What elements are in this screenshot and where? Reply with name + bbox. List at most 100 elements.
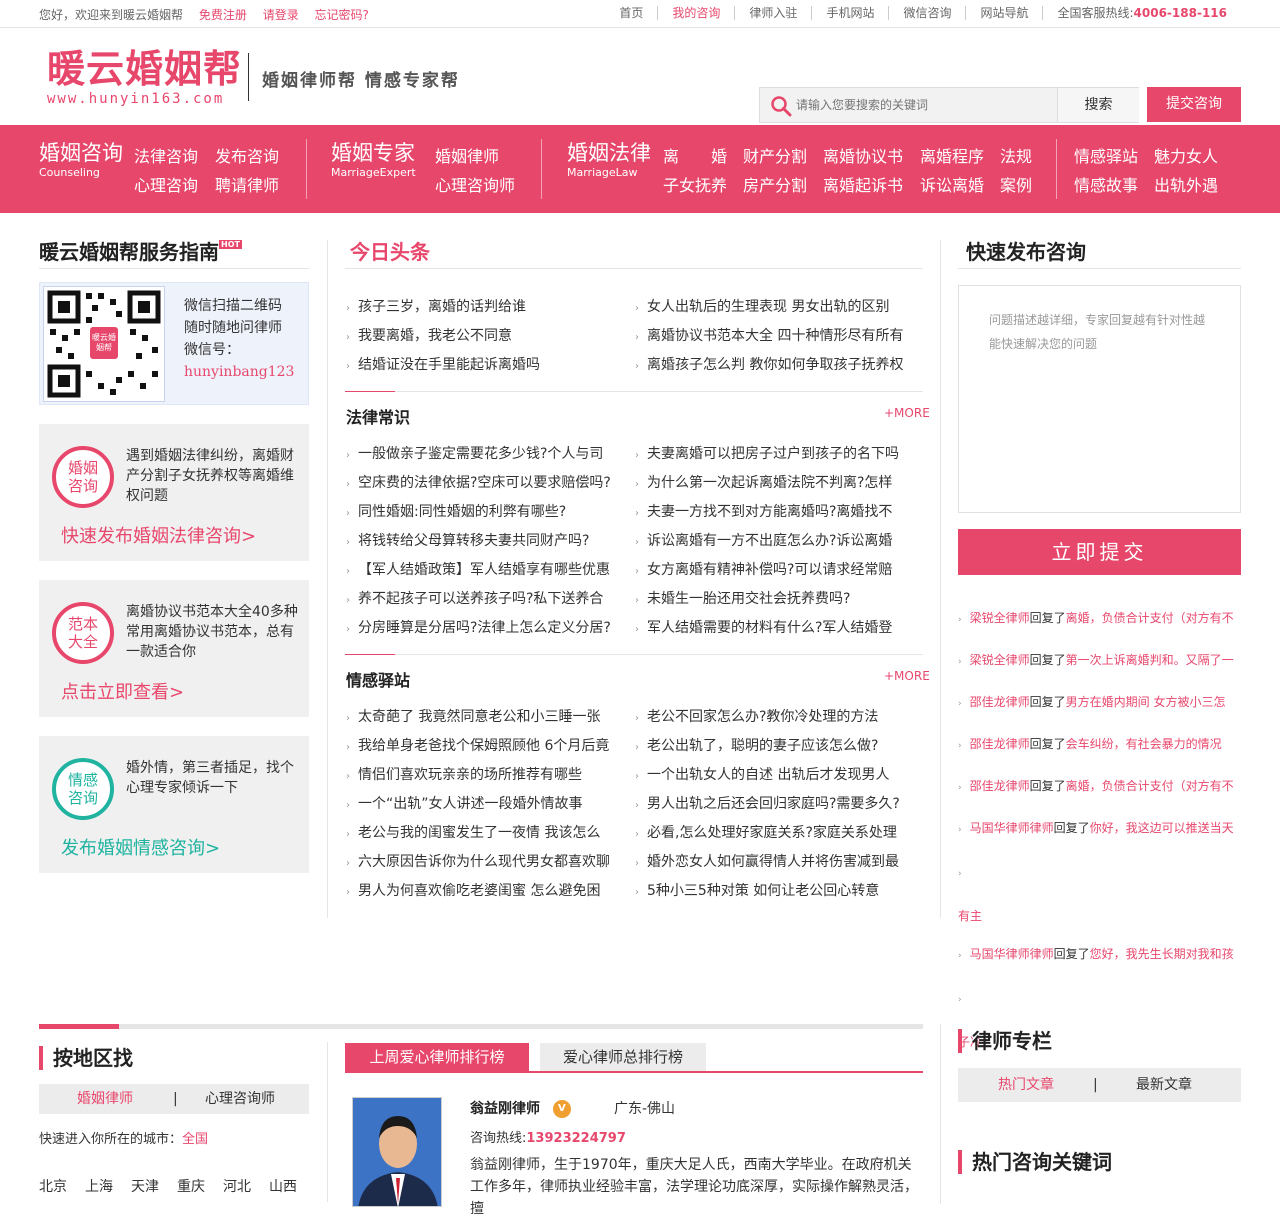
news-item[interactable]: › 养不起孩子可以送养孩子吗?私下送养合 [346,588,603,608]
nav-item-charming-women[interactable]: 魅力女人 [1154,143,1218,167]
site-logo[interactable]: 暖云婚姻帮 www.hunyin163.com [47,47,242,108]
login-link[interactable]: 请登录 [263,8,299,22]
news-item[interactable]: › 一个“出轨”女人讲述一段婚外情故事 [346,793,583,813]
nav-item-emotion-station[interactable]: 情感驿站 [1074,143,1138,167]
city-link[interactable]: 北京 [39,1176,67,1196]
nav-item-cases[interactable]: 案例 [1000,172,1032,196]
news-item[interactable]: › 孩子三岁，离婚的话判给谁 [346,296,526,316]
news-item[interactable]: › 太奇葩了 我竟然同意老公和小三睡一张 [346,706,600,726]
nav-group-title[interactable]: 婚姻专家 [331,139,416,167]
news-item[interactable]: › 离婚协议书范本大全 四十种情形尽有所有 [635,325,903,345]
news-item[interactable]: › 我要离婚，我老公不同意 [346,325,512,345]
nav-item-house-split[interactable]: 房产分割 [743,172,807,196]
tab-psychologist[interactable]: 心理咨询师 [205,1084,275,1114]
reply-lawyer[interactable]: 梁锐全律师 [970,653,1030,667]
reply-question[interactable]: 你好，我这边可以推送当天 [1090,821,1234,835]
card-link[interactable]: 点击立即查看> [61,678,184,704]
nav-item-divorce-procedure[interactable]: 离婚程序 [920,143,984,167]
news-item[interactable]: › 军人结婚需要的材料有什么?军人结婚登 [635,617,892,637]
service-card-marriage-consult[interactable]: 婚姻 咨询 遇到婚姻法律纠纷，离婚财产分割子女抚养权等离婚维权问题 快速发布婚姻… [39,424,309,561]
city-link[interactable]: 河北 [223,1176,251,1196]
reply-lawyer[interactable]: 邵佳龙律师 [970,737,1030,751]
top-link-wechat[interactable]: 微信咨询 [888,6,965,20]
nav-item-legal-consult[interactable]: 法律咨询 [134,143,198,167]
news-item[interactable]: › 5种小三5种对策 如何让老公回心转意 [635,880,879,900]
news-item[interactable]: › 离婚孩子怎么判 教你如何争取孩子抚养权 [635,354,903,374]
top-link-home[interactable]: 首页 [605,6,657,20]
city-link[interactable]: 重庆 [177,1176,205,1196]
top-link-my-consult[interactable]: 我的咨询 [657,6,734,20]
news-item[interactable]: › 未婚生一胎还用交社会抚养费吗? [635,588,850,608]
reply-question[interactable]: 会车纠纷，有社会暴力的情况 [1066,737,1222,751]
reply-question-tail[interactable]: 有主 [958,909,982,923]
reply-lawyer[interactable]: 邵佳龙律师 [970,779,1030,793]
news-item[interactable]: › 空床费的法律依据?空床可以要求赔偿吗? [346,472,611,492]
emotion-more-link[interactable]: +MORE [884,669,930,683]
top-link-sitemap[interactable]: 网站导航 [965,6,1042,20]
news-item[interactable]: › 六大原因告诉你为什么现代男女都喜欢聊 [346,851,610,871]
nav-item-emotion-stories[interactable]: 情感故事 [1074,172,1138,196]
city-link[interactable]: 上海 [85,1176,113,1196]
nav-group-title[interactable]: 婚姻咨询 [39,139,123,167]
nav-item-psychologist[interactable]: 心理咨询师 [435,172,515,196]
news-item[interactable]: › 【军人结婚政策】军人结婚享有哪些优惠 [346,559,610,579]
reply-question[interactable]: 您好，我先生长期对我和孩 [1090,947,1234,961]
nav-item-post-consult[interactable]: 发布咨询 [215,143,279,167]
lawyer-avatar[interactable] [352,1097,442,1207]
reply-item[interactable]: › 邵佳龙律师回复了离婚，负债合计支付（对方有不 [958,765,1241,809]
reply-question[interactable]: 第一次上诉离婚判和。又隔了一 [1066,653,1234,667]
nav-item-divorce-agreement[interactable]: 离婚协议书 [823,143,903,167]
search-input[interactable] [796,88,1056,122]
reply-item[interactable]: › 梁锐全律师回复了离婚，负债合计支付（对方有不 [958,597,1241,641]
tab-weekly-ranking[interactable]: 上周爱心律师排行榜 [345,1043,529,1072]
reply-lawyer[interactable]: 马国华律师律师 [970,821,1054,835]
search-button[interactable]: 搜索 [1057,88,1139,122]
top-link-mobile[interactable]: 手机网站 [811,6,888,20]
reply-lawyer[interactable]: 梁锐全律师 [970,611,1030,625]
reply-question[interactable]: 离婚，负债合计支付（对方有不 [1066,779,1234,793]
news-item[interactable]: › 将钱转给父母算转移夫妻共同财产吗? [346,530,589,550]
city-link[interactable]: 天津 [131,1176,159,1196]
nav-item-property-split[interactable]: 财产分割 [743,143,807,167]
news-item[interactable]: › 夫妻离婚可以把房子过户到孩子的名下吗 [635,443,899,463]
nav-item-psych-consult[interactable]: 心理咨询 [134,172,198,196]
news-item[interactable]: › 必看,怎么处理好家庭关系?家庭关系处理 [635,822,897,842]
news-item[interactable]: › 我给单身老爸找个保姆照顾他 6个月后竟 [346,735,609,755]
nav-item-hire-lawyer[interactable]: 聘请律师 [215,172,279,196]
consult-textarea[interactable]: 问题描述越详细，专家回复越有针对性越能快速解决您的问题 [958,285,1241,513]
news-item[interactable]: › 女人出轨后的生理表现 男女出轨的区别 [635,296,889,316]
news-item[interactable]: › 一个出轨女人的自述 出轨后才发现男人 [635,764,889,784]
reply-item[interactable]: › 邵佳龙律师回复了会车纠纷，有社会暴力的情况 [958,723,1241,767]
news-item[interactable]: › 老公与我的闺蜜发生了一夜情 我该怎么 [346,822,600,842]
register-link[interactable]: 免费注册 [199,8,247,22]
news-item[interactable]: › 为什么第一次起诉离婚法院不判离?怎样 [635,472,892,492]
top-link-lawyer-join[interactable]: 律师入驻 [734,6,811,20]
nav-item-litigation-divorce[interactable]: 诉讼离婚 [920,172,984,196]
news-item[interactable]: › 男人为何喜欢偷吃老婆闺蜜 怎么避免困 [346,880,600,900]
city-link[interactable]: 山西 [269,1176,297,1196]
news-item[interactable]: › 男人出轨之后还会回归家庭吗?需要多久? [635,793,900,813]
reply-item[interactable]: › 邵佳龙律师回复了男方在婚内期间 女方被小三怎 [958,681,1241,725]
news-item[interactable]: › 结婚证没在手里能起诉离婚吗 [346,354,540,374]
card-link[interactable]: 快速发布婚姻法律咨询> [61,522,256,548]
news-item[interactable]: › 一般做亲子鉴定需要花多少钱?个人与司 [346,443,603,463]
reply-item[interactable]: › 马国华律师律师回复了你好，我这边可以推送当天 › 有主 [958,807,1241,937]
nav-group-title[interactable]: 婚姻法律 [567,139,651,167]
news-item[interactable]: › 同性婚姻:同性婚姻的利弊有哪些? [346,501,566,521]
reply-question[interactable]: 男方在婚内期间 女方被小三怎 [1066,695,1226,709]
tab-marriage-lawyer[interactable]: 婚姻律师 [77,1084,133,1114]
news-item[interactable]: › 婚外恋女人如何赢得情人并将伤害减到最 [635,851,899,871]
card-link[interactable]: 发布婚姻情感咨询> [61,834,220,860]
lawyer-name[interactable]: 翁益刚律师 V [470,1098,571,1118]
news-item[interactable]: › 分房睡算是分居吗?法律上怎么定义分居? [346,617,611,637]
service-card-emotion-consult[interactable]: 情感 咨询 婚外情，第三者插足，找个心理专家倾诉一下 发布婚姻情感咨询> [39,736,309,873]
reply-question[interactable]: 离婚，负债合计支付（对方有不 [1066,611,1234,625]
forgot-password-link[interactable]: 忘记密码? [315,8,369,22]
nav-item-regulations[interactable]: 法规 [1000,143,1032,167]
nav-item-marriage-lawyer[interactable]: 婚姻律师 [435,143,499,167]
service-card-templates[interactable]: 范本 大全 离婚协议书范本大全40多种常用离婚协议书范本，总有一款适合你 点击立… [39,580,309,717]
nav-item-child-custody[interactable]: 子女抚养 [663,172,727,196]
city-all-link[interactable]: 全国 [182,1132,208,1147]
tab-total-ranking[interactable]: 爱心律师总排行榜 [540,1043,706,1072]
reply-item[interactable]: › 梁锐全律师回复了第一次上诉离婚判和。又隔了一 [958,639,1241,683]
